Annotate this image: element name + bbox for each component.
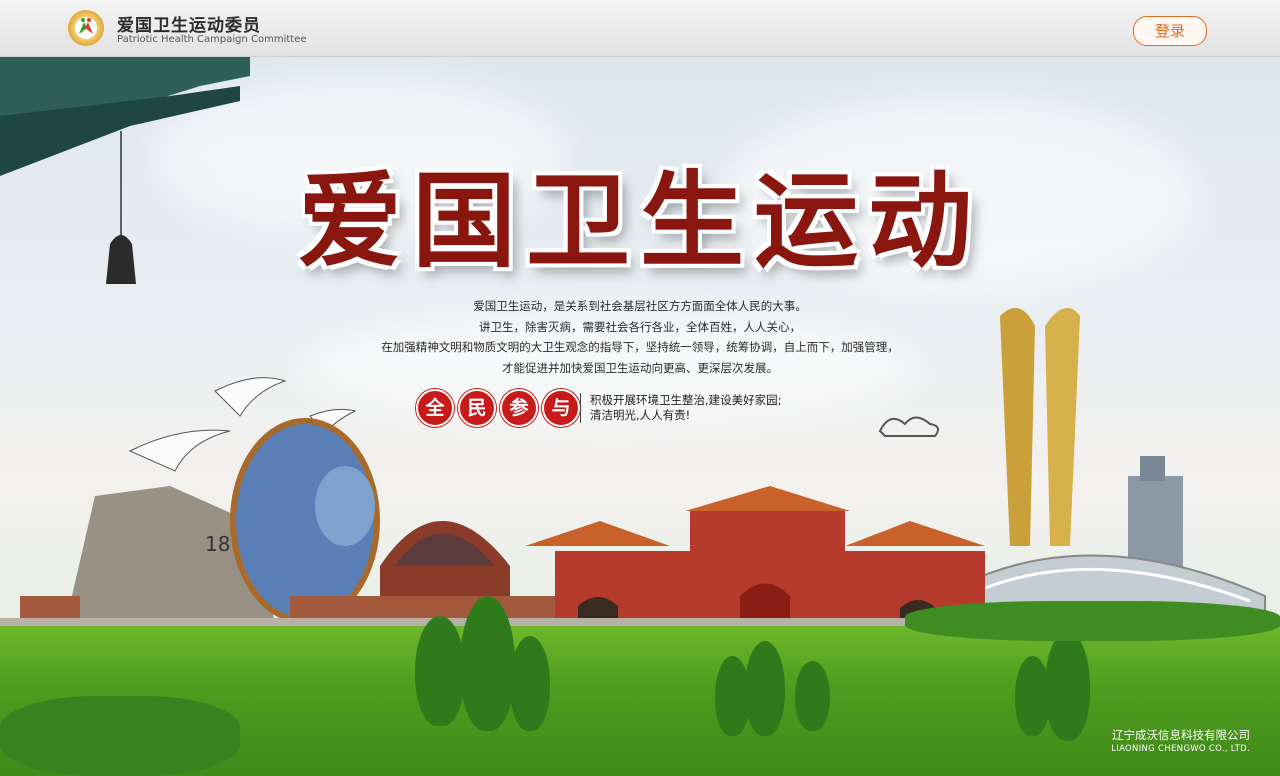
- tree: [460, 596, 515, 731]
- rock-number: 18: [205, 532, 230, 556]
- banner-title: 爱国卫生运动: [297, 159, 982, 282]
- company-name-en: LIAONING CHENGWO CO., LTD.: [1111, 744, 1250, 754]
- shrubs: [905, 601, 1280, 641]
- hero-banner: 爱国卫生运动 爱国卫生运动，是关系到社会基层社区方方面面全体人民的大事。 讲卫生…: [0, 56, 1280, 776]
- committee-logo[interactable]: [68, 10, 104, 46]
- tree: [745, 641, 785, 736]
- people-emblem-icon: [75, 17, 97, 39]
- org-name-en: Patriotic Health Campaign Committee: [117, 34, 307, 45]
- tree: [510, 636, 550, 731]
- shrubs: [0, 696, 240, 776]
- company-name-cn: 辽宁成沃信息科技有限公司: [1112, 728, 1250, 742]
- tree: [415, 616, 465, 726]
- login-button[interactable]: 登录: [1133, 16, 1207, 46]
- tree: [1045, 631, 1090, 741]
- org-name-cn: 爱国卫生运动委员: [117, 16, 261, 36]
- city-landmarks-illustration: 18: [20, 308, 1266, 636]
- top-header: 爱国卫生运动委员 Patriotic Health Campaign Commi…: [0, 0, 1280, 57]
- eaves-bell-decoration: [0, 56, 250, 284]
- tree: [795, 661, 830, 731]
